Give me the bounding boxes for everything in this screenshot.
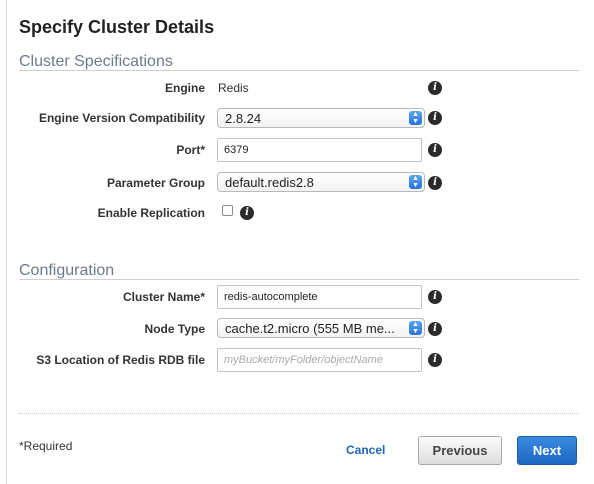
section-heading-configuration: Configuration	[19, 262, 115, 279]
next-button[interactable]: Next	[517, 436, 577, 465]
port-input[interactable]	[217, 138, 422, 162]
engine-version-select[interactable]: 2.8.24 ▲ ▼	[217, 108, 425, 128]
parameter-group-select[interactable]: default.redis2.8 ▲ ▼	[217, 172, 425, 192]
parameter-group-info-icon[interactable]: i	[428, 176, 442, 190]
cluster-name-input[interactable]	[217, 285, 422, 309]
up-down-arrows-icon: ▲ ▼	[409, 321, 422, 335]
replication-label: Enable Replication	[97, 206, 205, 220]
up-down-arrows-icon: ▲ ▼	[409, 111, 422, 125]
port-info-icon[interactable]: i	[428, 143, 442, 157]
parameter-group-label: Parameter Group	[106, 176, 205, 190]
s3-location-info-icon[interactable]: i	[428, 353, 442, 367]
s3-location-input[interactable]	[217, 348, 422, 372]
node-type-info-icon[interactable]: i	[428, 322, 442, 336]
port-label: Port*	[176, 143, 205, 157]
section-divider	[19, 279, 579, 280]
parameter-group-selected: default.redis2.8	[225, 175, 314, 190]
cluster-name-info-icon[interactable]: i	[428, 290, 442, 304]
node-type-select[interactable]: cache.t2.micro (555 MB me... ▲ ▼	[217, 318, 425, 338]
engine-info-icon[interactable]: i	[428, 81, 442, 95]
engine-version-label: Engine Version Compatibility	[38, 111, 205, 125]
replication-info-icon[interactable]: i	[240, 206, 254, 220]
section-divider	[19, 70, 579, 71]
engine-version-selected: 2.8.24	[225, 111, 262, 126]
engine-version-info-icon[interactable]: i	[428, 111, 442, 125]
s3-location-label: S3 Location of Redis RDB file	[36, 353, 205, 367]
replication-checkbox[interactable]	[222, 205, 233, 216]
section-heading-cluster-specifications: Cluster Specifications	[19, 53, 173, 70]
node-type-selected: cache.t2.micro (555 MB me...	[225, 321, 395, 336]
footer-divider	[19, 413, 579, 414]
engine-label: Engine	[164, 81, 205, 95]
node-type-label: Node Type	[144, 322, 205, 336]
cluster-name-label: Cluster Name*	[122, 290, 205, 304]
engine-value: Redis	[218, 81, 249, 95]
required-note: *Required	[19, 439, 73, 453]
left-border	[6, 0, 7, 484]
previous-button[interactable]: Previous	[418, 436, 502, 465]
page-title: Specify Cluster Details	[19, 17, 215, 37]
up-down-arrows-icon: ▲ ▼	[409, 175, 422, 189]
cancel-link[interactable]: Cancel	[346, 443, 385, 457]
